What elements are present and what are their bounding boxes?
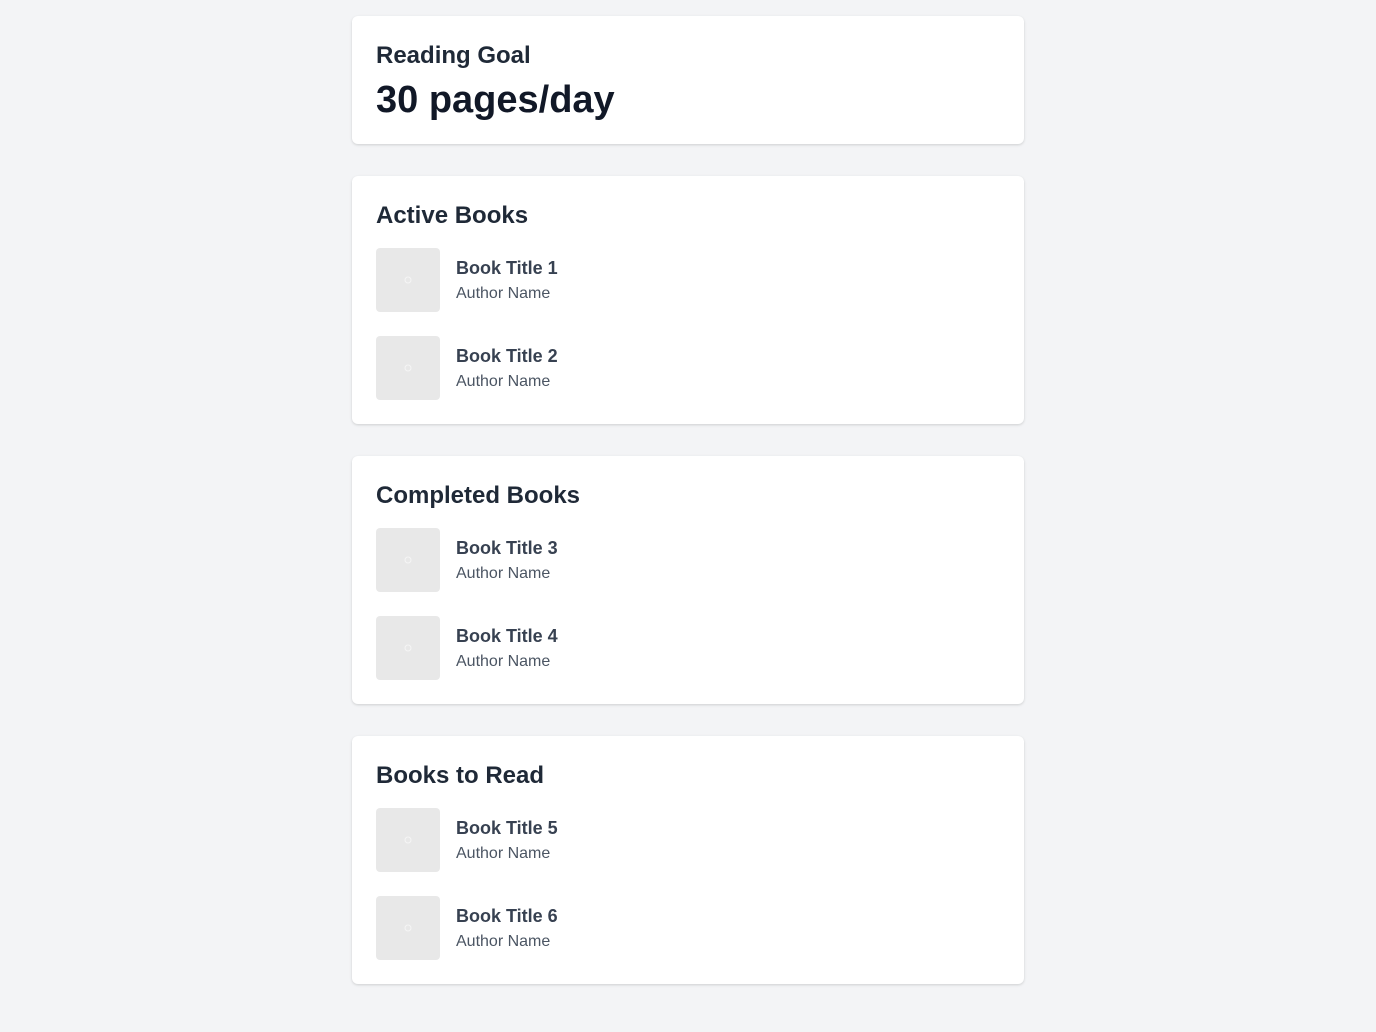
book-title: Book Title 2 — [456, 345, 558, 366]
book-title: Book Title 5 — [456, 817, 558, 838]
book-info: Book Title 4 Author Name — [456, 624, 558, 673]
book-author: Author Name — [456, 932, 551, 950]
image-placeholder-icon — [404, 364, 412, 372]
reading-goal-card: Reading Goal 30 pages/day — [352, 16, 1024, 144]
completed-books-section: Completed Books Book Title 3 Author Name… — [352, 456, 1024, 704]
book-cover — [376, 528, 440, 592]
image-placeholder-icon — [404, 556, 412, 564]
image-placeholder-icon — [404, 836, 412, 844]
book-item[interactable]: Book Title 5 Author Name — [376, 808, 1000, 872]
book-item[interactable]: Book Title 3 Author Name — [376, 528, 1000, 592]
book-cover — [376, 248, 440, 312]
section-title: Completed Books — [376, 482, 581, 509]
book-title: Book Title 4 — [456, 625, 558, 646]
active-books-section: Active Books Book Title 1 Author Name Bo… — [352, 176, 1024, 424]
reading-goal-value: 30 pages/day — [376, 79, 615, 121]
book-cover — [376, 616, 440, 680]
book-author: Author Name — [456, 652, 551, 670]
book-info: Book Title 6 Author Name — [456, 904, 558, 953]
book-cover — [376, 336, 440, 400]
book-author: Author Name — [456, 844, 551, 862]
book-title: Book Title 6 — [456, 905, 558, 926]
book-item[interactable]: Book Title 1 Author Name — [376, 248, 1000, 312]
book-item[interactable]: Book Title 4 Author Name — [376, 616, 1000, 680]
reading-goal-label: Reading Goal — [376, 42, 531, 69]
books-to-read-section: Books to Read Book Title 5 Author Name B… — [352, 736, 1024, 984]
book-item[interactable]: Book Title 6 Author Name — [376, 896, 1000, 960]
book-cover — [376, 896, 440, 960]
book-item[interactable]: Book Title 2 Author Name — [376, 336, 1000, 400]
book-author: Author Name — [456, 372, 551, 390]
book-info: Book Title 5 Author Name — [456, 816, 558, 865]
book-info: Book Title 3 Author Name — [456, 536, 558, 585]
book-title: Book Title 1 — [456, 257, 558, 278]
book-info: Book Title 1 Author Name — [456, 256, 558, 305]
section-title: Books to Read — [376, 762, 545, 789]
book-author: Author Name — [456, 564, 551, 582]
book-info: Book Title 2 Author Name — [456, 344, 558, 393]
book-cover — [376, 808, 440, 872]
book-author: Author Name — [456, 284, 551, 302]
section-title: Active Books — [376, 202, 529, 229]
image-placeholder-icon — [404, 276, 412, 284]
image-placeholder-icon — [404, 644, 412, 652]
image-placeholder-icon — [404, 924, 412, 932]
main-container: Reading Goal 30 pages/day Active Books B… — [352, 16, 1024, 984]
book-title: Book Title 3 — [456, 537, 558, 558]
